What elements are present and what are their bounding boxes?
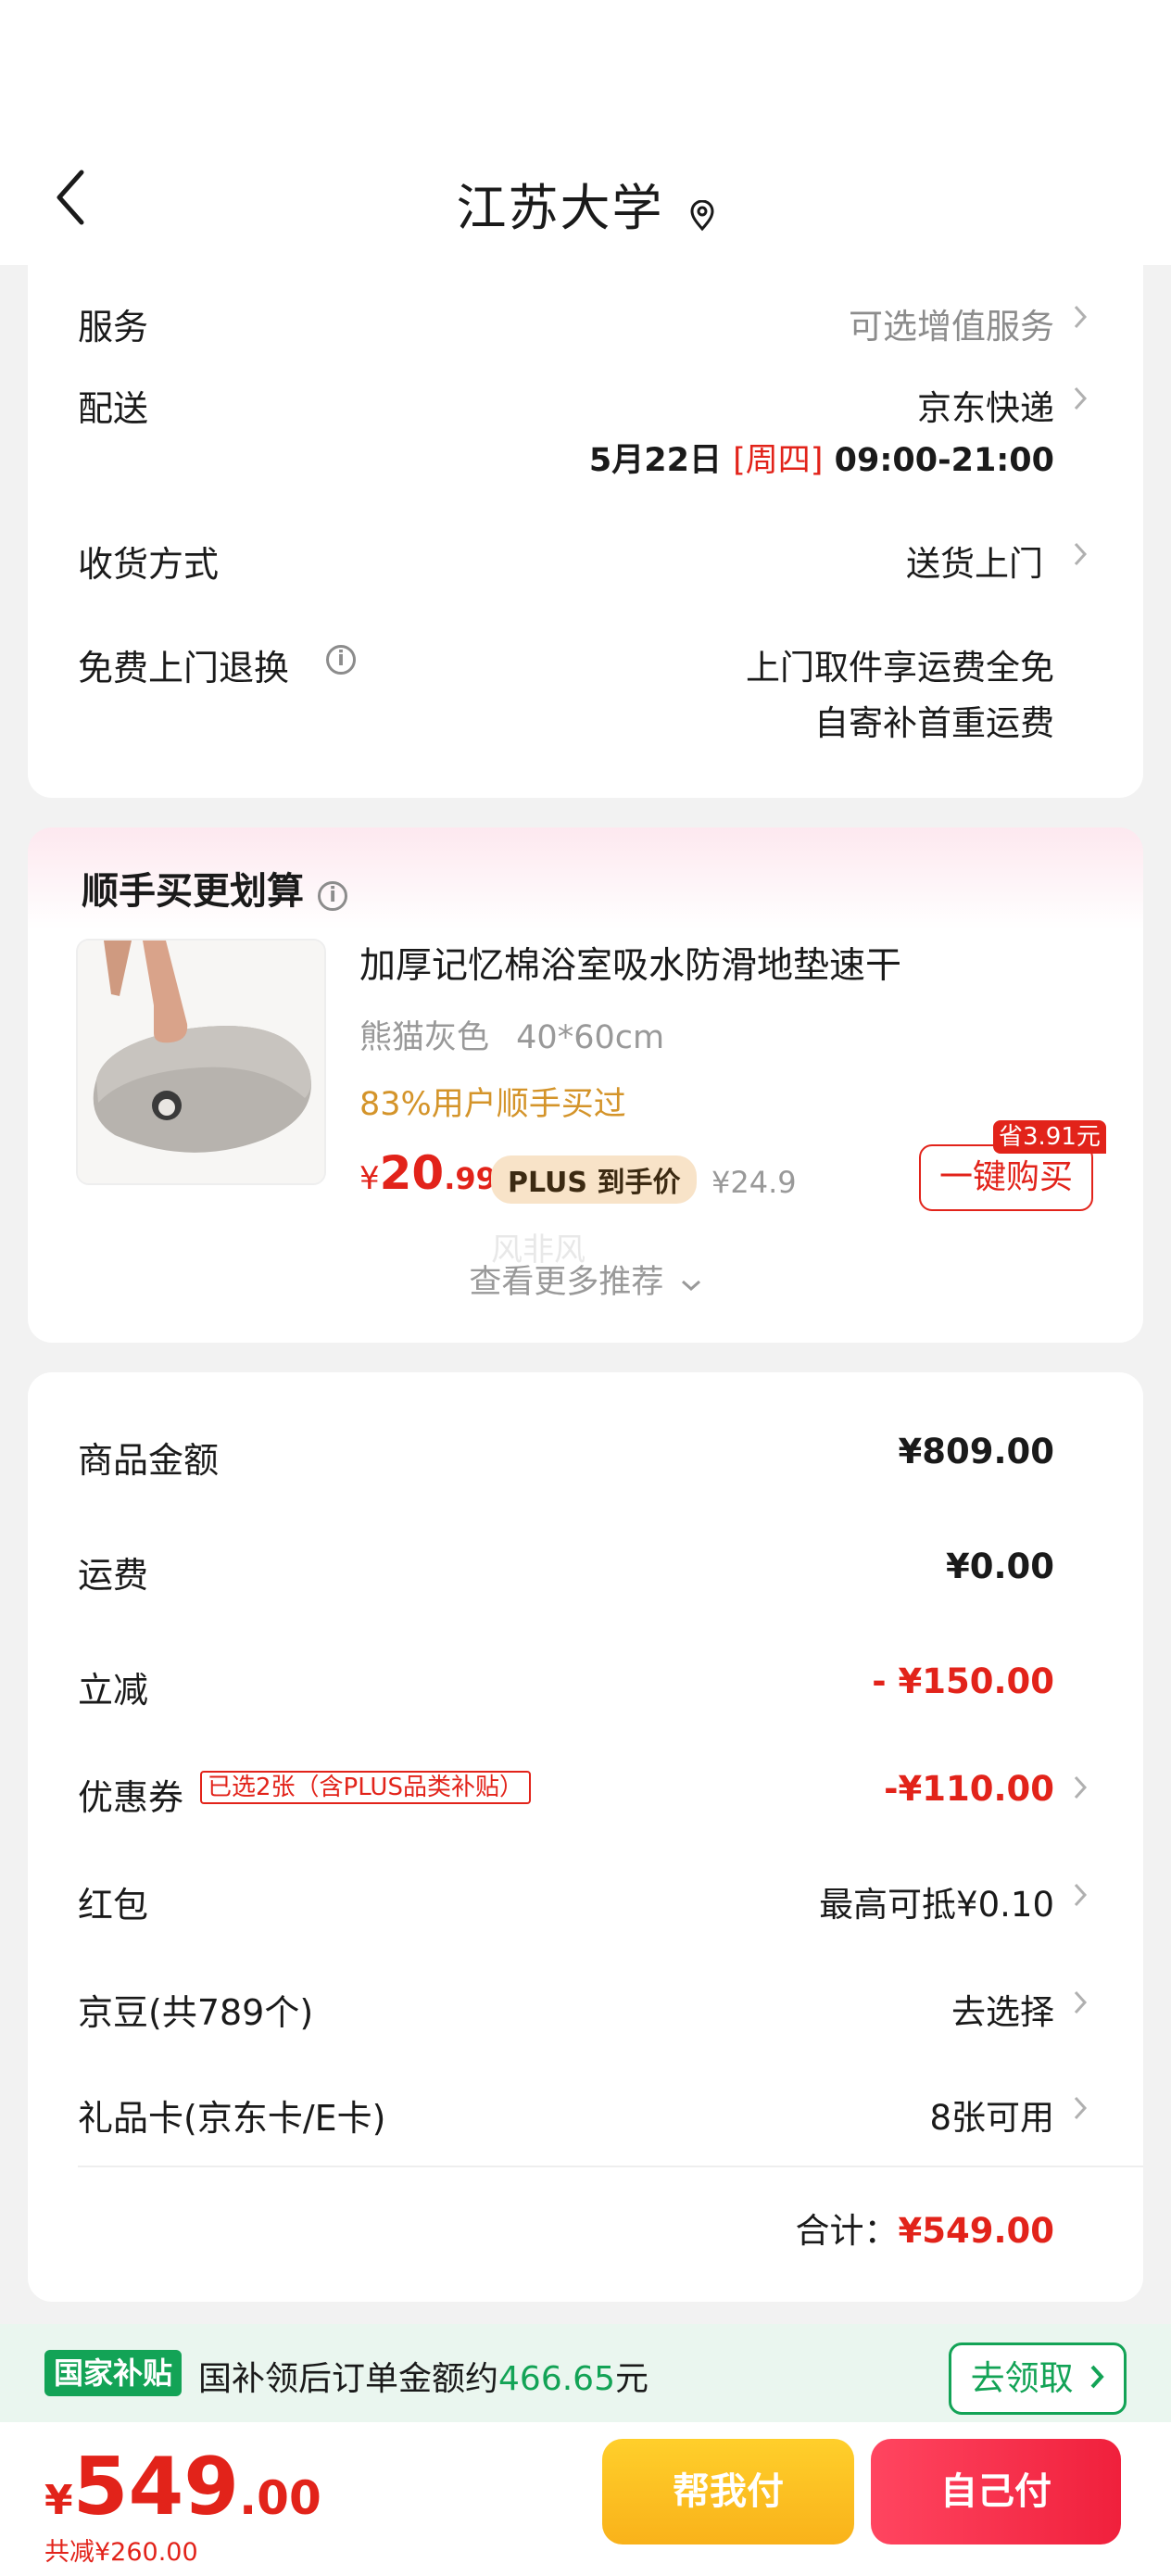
subsidy-unit: 元	[614, 2360, 648, 2398]
subsidy-amount: 466.65	[498, 2360, 615, 2398]
more-recommend-label: 查看更多推荐	[469, 1264, 664, 1301]
page-title: 江苏大学	[456, 179, 664, 237]
subsidy-text: 国补领后订单金额约466.65元	[198, 2352, 648, 2400]
bath-mat-image	[78, 941, 324, 1183]
pay-myself-button[interactable]: 自己付	[871, 2439, 1121, 2544]
product-color: 熊猫灰色	[359, 1019, 490, 1056]
jd-beans-value[interactable]: 去选择	[951, 1984, 1054, 2034]
delivery-card: 服务 可选增值服务 配送 京东快递 5月22日 [周四] 09:00-21:00…	[28, 265, 1143, 798]
product-hint: 83%用户顺手买过	[359, 1086, 626, 1123]
goods-amount-value: ¥809.00	[898, 1432, 1054, 1471]
national-subsidy-badge: 国家补贴	[44, 2350, 183, 2396]
title-area[interactable]: 江苏大学	[0, 167, 1171, 240]
chevron-right-icon	[1073, 1774, 1088, 1800]
free-return-label: 免费上门退换	[78, 648, 290, 688]
one-click-buy-button[interactable]: 一键购买	[919, 1144, 1093, 1211]
price-integer: 20	[379, 1146, 445, 1200]
chevron-right-icon	[1090, 2365, 1105, 2389]
chevron-down-icon	[681, 1280, 700, 1292]
receive-label: 收货方式	[78, 544, 220, 585]
final-price: ¥549.00	[44, 2441, 321, 2533]
location-pin-icon	[689, 199, 715, 232]
subsidy-text-label: 国补领后订单金额约	[198, 2360, 499, 2398]
price-decimal: .99	[444, 1161, 497, 1196]
info-icon[interactable]: i	[326, 645, 356, 675]
product-spec: 熊猫灰色 40*60cm	[359, 1011, 664, 1058]
order-total-label: 合计：	[795, 2211, 899, 2251]
original-price: ¥24.9	[711, 1165, 797, 1200]
instant-discount-value: - ¥150.00	[872, 1661, 1054, 1701]
product-thumbnail[interactable]	[76, 939, 326, 1185]
recommend-card: 顺手买更划算 i 加厚记忆棉浴室吸水防滑地垫速干 熊猫灰色 40*60cm 83…	[28, 827, 1143, 1343]
free-return-line1: 上门取件享运费全免	[746, 648, 1054, 688]
coupon-label: 优惠券	[78, 1777, 184, 1818]
order-summary-card: 商品金额 ¥809.00 运费 ¥0.00 立减 - ¥150.00 优惠券 已…	[28, 1372, 1143, 2302]
claim-subsidy-label: 去领取	[970, 2358, 1074, 2398]
order-total: 合计：¥549.00	[795, 2203, 1054, 2253]
delivery-weekday: [周四]	[733, 442, 824, 479]
chevron-right-icon	[1073, 541, 1088, 567]
top-nav-bar: 江苏大学	[0, 0, 1171, 265]
recommend-header: 顺手买更划算 i	[82, 861, 348, 915]
claim-subsidy-button[interactable]: 去领取	[949, 2342, 1127, 2415]
coupon-value[interactable]: -¥110.00	[884, 1769, 1054, 1809]
divider	[78, 2166, 1143, 2167]
checkout-bar: ¥549.00 共减¥260.00 帮我付 自己付	[0, 2422, 1171, 2576]
instant-discount-label: 立减	[78, 1670, 149, 1711]
red-packet-value[interactable]: 最高可抵¥0.10	[819, 1876, 1054, 1926]
order-total-value: ¥549.00	[898, 2211, 1054, 2251]
help-me-pay-button[interactable]: 帮我付	[602, 2439, 854, 2544]
gift-card-value[interactable]: 8张可用	[929, 2090, 1054, 2140]
national-subsidy-bar: 国家补贴 国补领后订单金额约466.65元 去领取	[0, 2324, 1171, 2422]
chevron-right-icon	[1073, 304, 1088, 330]
chevron-right-icon	[1073, 2095, 1088, 2121]
recommend-title: 顺手买更划算	[82, 870, 304, 913]
free-return-line2: 自寄补首重运费	[814, 703, 1054, 743]
product-size: 40*60cm	[516, 1019, 665, 1056]
coupon-badge: 已选2张（含PLUS品类补贴）	[200, 1771, 531, 1804]
product-price: ¥20.99	[359, 1146, 497, 1200]
final-price-currency: ¥	[44, 2477, 73, 2524]
more-recommend-link[interactable]: 查看更多推荐	[28, 1256, 1143, 1303]
delivery-value[interactable]: 京东快递	[917, 380, 1054, 430]
chevron-right-icon	[1073, 385, 1088, 411]
service-value[interactable]: 可选增值服务	[849, 298, 1054, 348]
goods-amount-label: 商品金额	[78, 1440, 220, 1481]
delivery-date: 5月22日	[588, 442, 722, 479]
freight-label: 运费	[78, 1555, 149, 1596]
save-tag: 省3.91元	[993, 1120, 1106, 1154]
delivery-time[interactable]: 5月22日 [周四] 09:00-21:00	[589, 434, 1054, 481]
red-packet-label: 红包	[78, 1885, 149, 1926]
product-name[interactable]: 加厚记忆棉浴室吸水防滑地垫速干	[359, 937, 901, 989]
final-price-integer: 549	[72, 2441, 240, 2533]
delivery-hours: 09:00-21:00	[834, 442, 1054, 479]
chevron-right-icon	[1073, 1882, 1088, 1908]
total-saved: 共减¥260.00	[44, 2538, 198, 2567]
jd-beans-label: 京豆(共789个)	[78, 1992, 314, 2033]
plus-price-tag: PLUS 到手价	[491, 1155, 698, 1204]
service-label: 服务	[78, 307, 149, 347]
receive-value[interactable]: 送货上门	[906, 536, 1043, 586]
info-icon[interactable]: i	[318, 881, 348, 911]
final-price-decimal: .00	[239, 2471, 321, 2525]
chevron-right-icon	[1073, 1989, 1088, 2015]
freight-value: ¥0.00	[945, 1547, 1054, 1586]
delivery-label: 配送	[78, 388, 149, 429]
price-currency: ¥	[359, 1160, 380, 1197]
gift-card-label: 礼品卡(京东卡/E卡)	[78, 2098, 386, 2139]
